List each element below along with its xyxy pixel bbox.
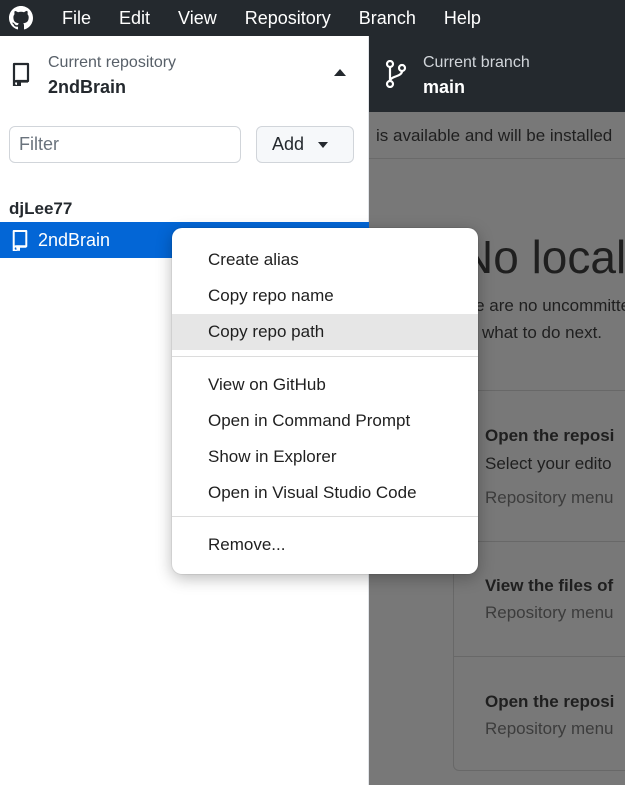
menu-file[interactable]: File [48,0,105,36]
github-logo-icon [8,5,34,31]
add-button[interactable]: Add [256,126,354,163]
suggestion-hint: Repository menu [485,488,614,507]
no-local-changes-text: what to do next. [482,323,603,342]
suggestion-description: Select your edito [485,454,612,473]
repo-icon [11,62,31,91]
suggestion-hint: Repository menu [485,603,614,622]
menu-view[interactable]: View [164,0,231,36]
divider [454,656,625,657]
menu-item-remove[interactable]: Remove... [172,527,478,563]
divider [454,541,625,542]
menu-item-copy-repo-name[interactable]: Copy repo name [172,278,478,314]
menu-item-open-in-command-prompt[interactable]: Open in Command Prompt [172,403,478,439]
current-branch-caption: Current branch [423,54,530,71]
banner-divider [369,158,625,159]
menu-item-show-in-explorer[interactable]: Show in Explorer [172,439,478,475]
menu-separator [172,516,478,517]
menu-edit[interactable]: Edit [105,0,164,36]
suggestion-title: Open the reposi [485,692,615,711]
menu-item-open-in-vscode[interactable]: Open in Visual Studio Code [172,475,478,511]
chevron-down-icon [318,141,329,148]
toolbar: Current repository 2ndBrain Current bran… [0,36,625,112]
menu-branch[interactable]: Branch [345,0,430,36]
add-button-label: Add [272,134,305,154]
menu-separator [172,356,478,357]
menu-item-create-alias[interactable]: Create alias [172,242,478,278]
menu-repository[interactable]: Repository [231,0,345,36]
current-branch-name: main [423,77,466,97]
repository-context-menu: Create alias Copy repo name Copy repo pa… [172,228,478,574]
current-repository-caption: Current repository [48,54,177,71]
no-local-changes-text: ere are no uncommitted [460,296,625,315]
suggestion-title: Open the reposi [485,426,615,445]
repo-group-header: djLee77 [9,199,73,218]
current-branch-button[interactable]: Current branch main [369,36,625,112]
menu-bar: File Edit View Repository Branch Help [0,0,625,36]
current-repository-name: 2ndBrain [48,77,127,97]
repo-icon [11,229,29,251]
suggestion-title: View the files of [485,576,614,595]
no-local-changes-heading: No local [460,231,625,283]
menu-item-copy-repo-path[interactable]: Copy repo path [172,314,478,350]
menu-help[interactable]: Help [430,0,495,36]
suggestion-hint: Repository menu [485,719,614,738]
filter-input[interactable] [9,126,241,163]
current-repository-button[interactable]: Current repository 2ndBrain [0,36,369,112]
menu-item-view-on-github[interactable]: View on GitHub [172,367,478,403]
repo-list-label: 2ndBrain [38,229,111,250]
git-branch-icon [385,59,407,93]
caret-up-icon [334,69,346,76]
update-banner: is available and will be installed [376,126,613,145]
